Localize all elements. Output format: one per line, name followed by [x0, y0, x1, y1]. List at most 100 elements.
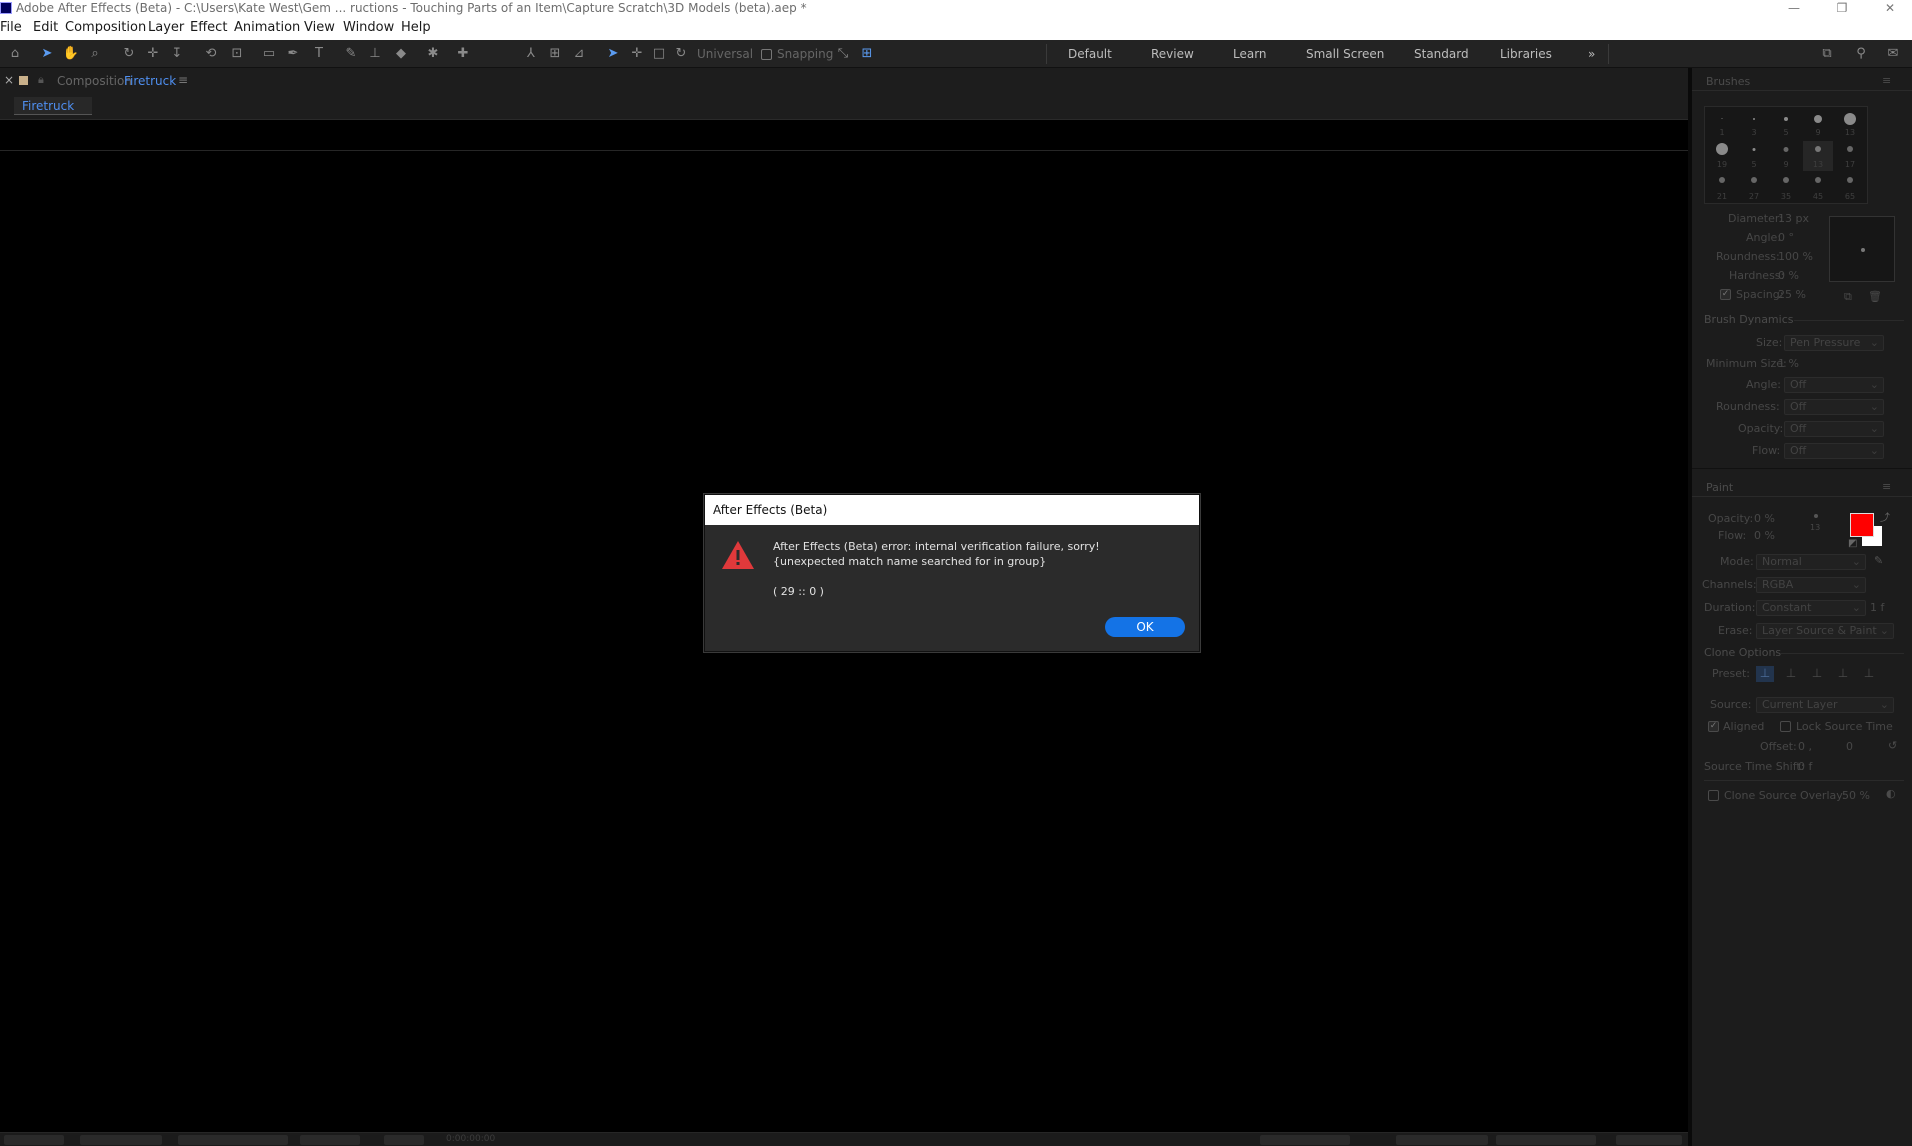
channels-dropdown[interactable]: RGBA ⌄ [1756, 577, 1866, 593]
menu-file[interactable]: File [0, 20, 22, 35]
lock-source-time-checkbox[interactable] [1780, 721, 1791, 732]
brush-tip[interactable]: 9 [1771, 141, 1801, 171]
workspace-small-screen[interactable]: Small Screen [1306, 47, 1384, 61]
menu-help[interactable]: Help [401, 20, 431, 35]
lock-icon[interactable]: 🔒︎ [38, 73, 44, 87]
source-time-shift-value[interactable]: 0 f [1798, 760, 1812, 773]
hardness-value[interactable]: 0 % [1778, 269, 1799, 282]
search-help-icon[interactable]: ⚲ [1852, 45, 1870, 63]
paint-flow-value[interactable]: 0 % [1754, 529, 1775, 542]
axis-view-icon[interactable]: ⊿ [570, 45, 588, 63]
custom-view-dropdown[interactable] [1496, 1135, 1596, 1145]
close-window-button[interactable]: ✕ [1870, 0, 1910, 16]
workspace-learn[interactable]: Learn [1233, 47, 1267, 61]
menu-view[interactable]: View [304, 20, 335, 35]
exposure-control[interactable] [300, 1135, 360, 1145]
brush-tip[interactable]: 35 [1771, 173, 1801, 203]
reset-offset-icon[interactable]: ↺ [1888, 739, 1897, 752]
brush-tip[interactable]: 21 [1707, 173, 1737, 203]
offset-x-value[interactable]: 0 , [1798, 740, 1812, 753]
rotation-tool-icon[interactable]: ⟲ [202, 45, 220, 63]
brush-tip[interactable]: 17 [1835, 141, 1865, 171]
clone-preset-2-icon[interactable]: ⊥ [1782, 666, 1800, 682]
snapshot-button[interactable] [384, 1135, 424, 1145]
brush-tip[interactable]: 5 [1739, 141, 1769, 171]
universal-rotate-icon[interactable]: ↻ [672, 45, 690, 63]
workspace-overflow-button[interactable]: » [1588, 47, 1595, 61]
brush-tip[interactable]: 65 [1835, 173, 1865, 203]
clone-stamp-tool-icon[interactable]: ⊥ [366, 45, 384, 63]
rectangle-tool-icon[interactable]: ▭ [260, 45, 278, 63]
brush-tool-icon[interactable]: ✎ [342, 45, 360, 63]
view-toggles[interactable] [178, 1135, 288, 1145]
puppet-pin-tool-icon[interactable]: ✚ [454, 45, 472, 63]
renderer-dropdown[interactable] [1260, 1135, 1350, 1145]
dolly-camera-icon[interactable]: ↧ [168, 45, 186, 63]
new-brush-icon[interactable]: ⧉ [1844, 290, 1852, 304]
source-dropdown[interactable]: Current Layer ⌄ [1756, 697, 1894, 713]
menu-edit[interactable]: Edit [33, 20, 58, 35]
current-time-display[interactable]: 0:00:00:00 [446, 1134, 495, 1144]
difference-mode-icon[interactable]: ◐ [1886, 787, 1896, 800]
eyedropper-icon[interactable]: ✎ [1874, 554, 1883, 567]
sync-settings-icon[interactable]: ⧉ [1818, 45, 1836, 63]
default-colors-icon[interactable]: ◩ [1848, 538, 1857, 549]
dynamics-roundness-dropdown[interactable]: Off ⌄ [1784, 399, 1884, 415]
paint-menu-icon[interactable]: ≡ [1882, 480, 1891, 493]
snap-to-icon[interactable]: ⊞ [858, 45, 876, 63]
snap-options-icon[interactable]: ⤡ [834, 45, 852, 63]
clone-preset-4-icon[interactable]: ⊥ [1834, 666, 1852, 682]
menu-animation[interactable]: Animation [234, 20, 300, 35]
magnification-dropdown[interactable] [4, 1135, 64, 1145]
delete-brush-icon[interactable]: 🗑︎ [1868, 290, 1882, 303]
universal-scale-icon[interactable]: □ [650, 45, 668, 63]
menu-layer[interactable]: Layer [148, 20, 184, 35]
duration-dropdown[interactable]: Constant ⌄ [1756, 600, 1866, 616]
3d-view-dropdown[interactable] [1396, 1135, 1488, 1145]
roundness-value[interactable]: 100 % [1778, 250, 1813, 263]
minimum-size-value[interactable]: 1 % [1778, 357, 1799, 370]
spacing-checkbox[interactable]: ✓ [1720, 289, 1731, 300]
pen-tool-icon[interactable]: ✒ [284, 45, 302, 63]
mode-dropdown[interactable]: Normal ⌄ [1756, 554, 1866, 570]
brush-tip[interactable]: 13 [1835, 109, 1865, 139]
orbit-camera-icon[interactable]: ↻ [120, 45, 138, 63]
tab-firetruck[interactable]: Firetruck [14, 97, 92, 115]
angle-value[interactable]: 0 ° [1778, 231, 1794, 244]
brush-tip[interactable]: 27 [1739, 173, 1769, 203]
zoom-tool-icon[interactable]: ⌕ [86, 45, 104, 63]
clone-source-overlay-checkbox[interactable] [1708, 790, 1719, 801]
eraser-tool-icon[interactable]: ◆ [392, 45, 410, 63]
duration-value[interactable]: 1 f [1870, 601, 1884, 614]
clone-preset-5-icon[interactable]: ⊥ [1860, 666, 1878, 682]
brush-tip-selected[interactable]: 13 [1803, 141, 1833, 171]
minimize-button[interactable]: — [1774, 0, 1814, 16]
feedback-icon[interactable]: ✉ [1884, 45, 1902, 63]
swap-colors-icon[interactable]: ⤴ [1880, 509, 1890, 524]
menu-composition[interactable]: Composition [65, 20, 146, 35]
axis-world-icon[interactable]: ⊞ [546, 45, 564, 63]
hand-tool-icon[interactable]: ✋ [62, 45, 80, 63]
brush-tip[interactable]: 9 [1803, 109, 1833, 139]
menu-window[interactable]: Window [343, 20, 394, 35]
clone-source-overlay-value[interactable]: 50 % [1842, 789, 1870, 802]
snapping-checkbox[interactable] [761, 49, 772, 60]
type-tool-icon[interactable]: T [310, 45, 328, 63]
brush-tip[interactable]: 45 [1803, 173, 1833, 203]
brushes-menu-icon[interactable]: ≡ [1882, 74, 1891, 87]
workspace-default[interactable]: Default [1068, 47, 1112, 61]
erase-dropdown[interactable]: Layer Source & Paint ⌄ [1756, 623, 1894, 639]
close-panel-icon[interactable]: × [4, 73, 14, 87]
offset-y-value[interactable]: 0 [1846, 740, 1853, 753]
pan-behind-tool-icon[interactable]: ⊡ [228, 45, 246, 63]
selection-tool-icon[interactable]: ➤ [38, 45, 56, 63]
size-dropdown[interactable]: Pen Pressure ⌄ [1784, 335, 1884, 351]
workspace-standard[interactable]: Standard [1414, 47, 1469, 61]
diameter-value[interactable]: 13 px [1778, 212, 1809, 225]
workspace-libraries[interactable]: Libraries [1500, 47, 1552, 61]
workspace-review[interactable]: Review [1151, 47, 1194, 61]
dynamics-opacity-dropdown[interactable]: Off ⌄ [1784, 421, 1884, 437]
brush-tip[interactable]: 1 [1707, 109, 1737, 139]
panel-menu-icon[interactable]: ≡ [178, 73, 188, 87]
dynamics-flow-dropdown[interactable]: Off ⌄ [1784, 443, 1884, 459]
